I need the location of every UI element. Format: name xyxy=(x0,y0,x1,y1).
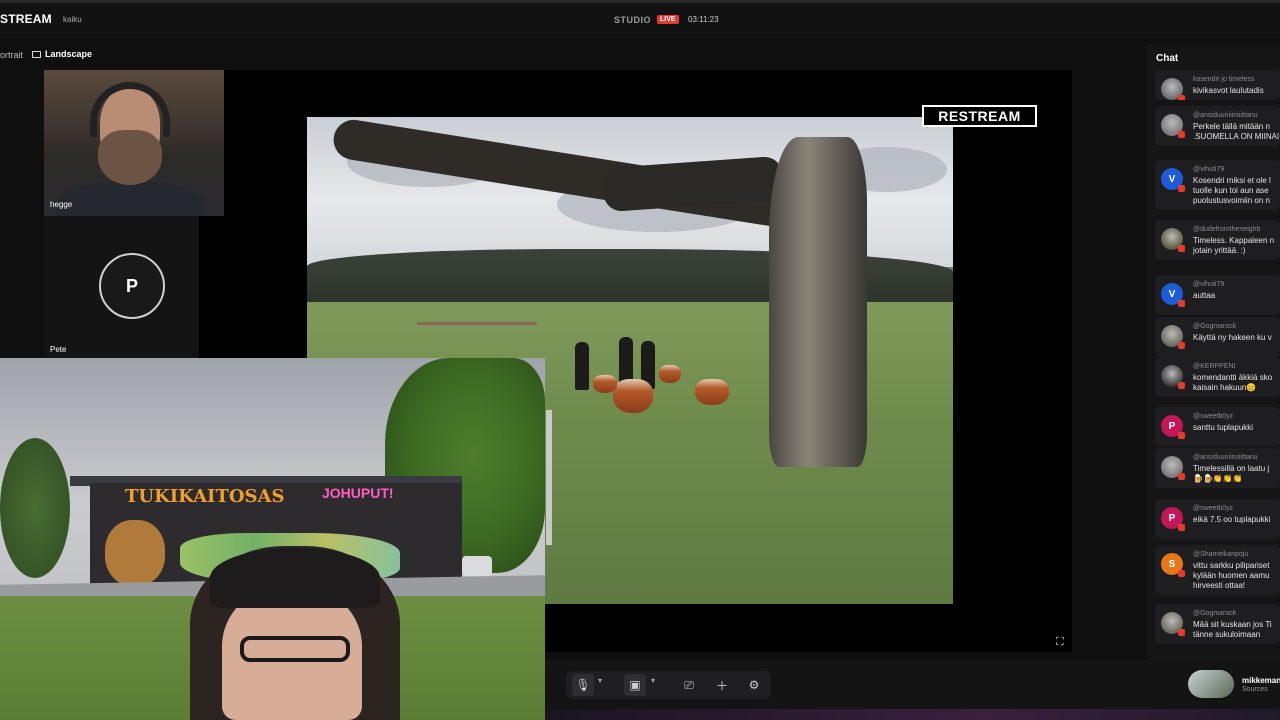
avatar xyxy=(1161,325,1185,349)
brand-logo[interactable]: STREAM xyxy=(0,12,52,26)
chat-username: @vihuti79 xyxy=(1193,281,1225,288)
studio-label: STUDIO xyxy=(614,15,652,25)
tab-landscape[interactable]: Landscape xyxy=(32,49,92,59)
account-subtitle: Sources xyxy=(1242,686,1268,693)
chat-message: @ansiduuniinsiittanu Timelessillä on laat… xyxy=(1155,448,1280,488)
participant-tile-hegge[interactable]: hegge xyxy=(44,70,224,216)
fullscreen-icon[interactable]: ⛶ xyxy=(1056,636,1068,648)
chat-text: eikä 7.5 oo tuplapukki xyxy=(1193,515,1271,524)
chat-username: @Gogmarock xyxy=(1193,610,1237,617)
stage-edge xyxy=(546,410,552,545)
camera-icon[interactable]: ▣ xyxy=(624,674,646,696)
chat-username: @sweetb0yz xyxy=(1193,505,1234,512)
avatar: V xyxy=(1161,283,1185,307)
youtube-icon xyxy=(1178,570,1185,577)
avatar xyxy=(1161,78,1185,100)
camera-video-feed: TUKIKAITOSAS JOHUPUT! xyxy=(0,358,545,720)
live-badge: LIVE xyxy=(657,15,679,24)
chat-text: auttaa xyxy=(1193,291,1216,300)
account-name[interactable]: mikkeman xyxy=(1242,676,1280,685)
chat-text: Perkele tällä mitään n .SUOMELLA ON MIIN… xyxy=(1193,122,1280,141)
chat-message: S @Shameikanpoju vittu sarkku pilipariset … xyxy=(1155,545,1280,595)
avatar: P xyxy=(1161,415,1185,439)
chat-message: @Gogmarock Mää sit kuskaan jos Ti tänne s… xyxy=(1155,604,1280,644)
chat-username: @sweetb0yz xyxy=(1193,413,1234,420)
avatar xyxy=(1161,228,1185,252)
chat-text: Mää sit kuskaan jos Ti tänne sukuloimaan xyxy=(1193,620,1272,639)
chat-text: santtu tuplapukki xyxy=(1193,423,1254,432)
chat-username: @ansiduuniinsiittanu xyxy=(1193,112,1258,119)
restream-logo: RESTREAM xyxy=(922,105,1037,127)
youtube-icon xyxy=(1178,342,1185,349)
chat-text: Timelessillä on laatu j 🍺🍺👏👏👏 xyxy=(1193,464,1270,483)
avatar[interactable] xyxy=(1188,670,1234,698)
glasses xyxy=(240,636,350,662)
monitor-icon xyxy=(32,50,41,58)
chat-message: @dudefromtheneighb Timeless. Kappaleen n … xyxy=(1155,220,1280,260)
youtube-icon xyxy=(1178,524,1185,531)
avatar xyxy=(1161,365,1185,389)
chat-message: @ansiduuniinsiittanu Perkele tällä mitään… xyxy=(1155,106,1280,146)
chat-title: Chat xyxy=(1156,53,1179,64)
chat-message: V @vihuti79 Kosendri miksi et ole l tuolle… xyxy=(1155,160,1280,210)
taskbar-strip xyxy=(545,709,1280,720)
chat-username: kosendri jo timeless xyxy=(1193,76,1255,83)
youtube-icon xyxy=(1178,131,1185,138)
youtube-icon xyxy=(1178,382,1185,389)
chevron-down-icon[interactable]: ▾ xyxy=(598,676,602,685)
microphone-icon[interactable]: 🎙 xyxy=(572,674,594,696)
avatar: P xyxy=(99,253,165,319)
project-name: kaiku xyxy=(63,15,82,24)
chat-message: P @sweetb0yz eikä 7.5 oo tuplapukki xyxy=(1155,499,1280,539)
settings-icon[interactable]: ⚙ xyxy=(743,674,765,696)
chat-text: kivikasvot laulutadis xyxy=(1193,86,1264,95)
chat-username: @Shameikanpoju xyxy=(1193,551,1249,558)
youtube-icon xyxy=(1178,300,1185,307)
avatar: V xyxy=(1161,168,1185,192)
chat-username: @vihuti79 xyxy=(1193,166,1225,173)
participant-name: hegge xyxy=(50,200,73,209)
share-screen-icon[interactable]: ⎚ xyxy=(678,674,700,696)
youtube-icon xyxy=(1178,245,1185,252)
chat-text: vittu sarkku pilipariset kylään huomen a… xyxy=(1193,561,1270,590)
chat-username: @dudefromtheneighb xyxy=(1193,226,1261,233)
tab-portrait[interactable]: ortrait xyxy=(0,50,23,60)
stream-timer: 03:11:23 xyxy=(688,15,719,24)
avatar xyxy=(1161,456,1185,480)
chat-message: P @sweetb0yz santtu tuplapukki xyxy=(1155,407,1280,447)
avatar: S xyxy=(1161,553,1185,577)
youtube-icon xyxy=(1178,432,1185,439)
participant-name: Pete xyxy=(50,345,67,354)
chat-username: @Gogmarock xyxy=(1193,323,1237,330)
chat-text: Käyttä ny hakeen ku v xyxy=(1193,333,1272,342)
chat-username: @KERPPENI xyxy=(1193,363,1236,370)
plus-icon[interactable]: ＋ xyxy=(711,674,733,696)
chat-username: @ansiduuniinsiittanu xyxy=(1193,454,1258,461)
chat-text: Timeless. Kappaleen n jotain yrittää. :) xyxy=(1193,236,1275,255)
tab-landscape-label: Landscape xyxy=(45,49,93,59)
chat-message: @Gogmarock Käyttä ny hakeen ku v xyxy=(1155,317,1280,357)
chat-text: Kosendri miksi et ole l tuolle kun toi a… xyxy=(1193,176,1271,205)
media-controls xyxy=(566,671,771,699)
youtube-icon xyxy=(1178,95,1185,100)
avatar xyxy=(1161,114,1185,138)
youtube-icon xyxy=(1178,185,1185,192)
avatar: P xyxy=(1161,507,1185,531)
chat-message: kosendri jo timeless kivikasvot laulutadi… xyxy=(1155,70,1280,100)
chat-message: @KERPPENI komendantti äkkiä sko kaisain h… xyxy=(1155,357,1280,397)
avatar xyxy=(1161,612,1185,636)
youtube-icon xyxy=(1178,629,1185,636)
chevron-down-icon[interactable]: ▾ xyxy=(651,676,655,685)
chat-text: komendantti äkkiä sko kaisain hakuun😊 xyxy=(1193,373,1273,392)
youtube-icon xyxy=(1178,473,1185,480)
chat-message: V @vihuti79 auttaa xyxy=(1155,275,1280,315)
